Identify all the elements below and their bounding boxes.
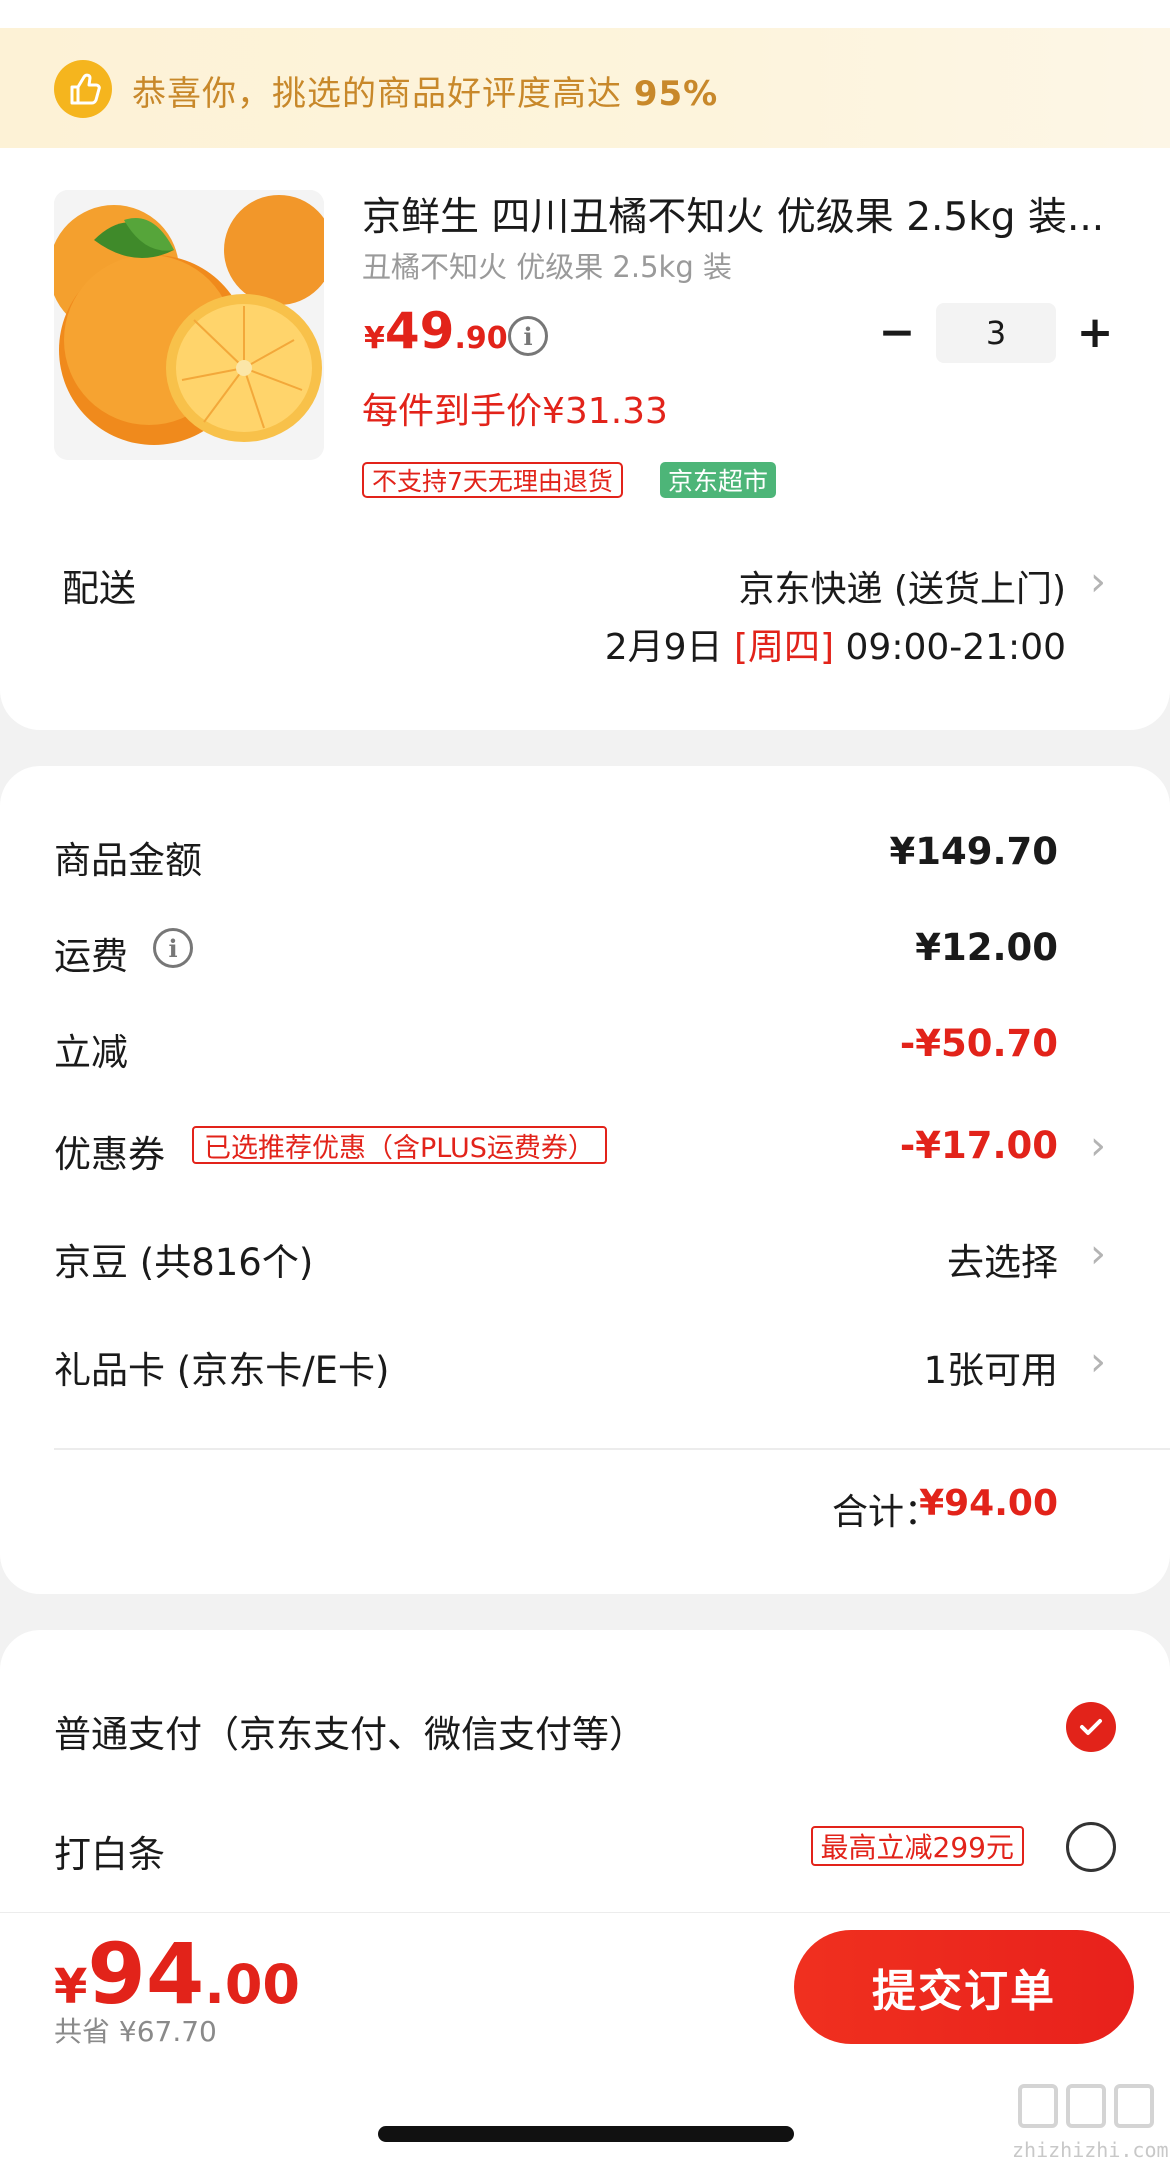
jd-supermarket-tag: 京东超市	[660, 462, 777, 498]
baitiao-radio[interactable]	[1066, 1822, 1116, 1872]
delivery-date: 2月9日	[604, 627, 723, 668]
savings-text: 共省 ¥67.70	[54, 2015, 217, 2048]
instant-discount-label: 立减	[54, 1031, 128, 1074]
jingdou-value[interactable]: 去选择	[947, 1232, 1058, 1286]
delivery-hours: 09:00-21:00	[845, 627, 1066, 668]
baitiao-label[interactable]: 打白条	[54, 1824, 165, 1878]
quantity-decrease-button[interactable]: −	[872, 307, 922, 358]
price-integer: 49	[384, 302, 455, 360]
goods-amount-label: 商品金额	[54, 839, 202, 882]
product-image[interactable]	[54, 190, 324, 460]
baitiao-discount-tag: 最高立减299元	[810, 1826, 1024, 1866]
giftcard-value[interactable]: 1张可用	[923, 1340, 1058, 1394]
product-spec: 丑橘不知火 优级果 2.5kg 装	[362, 250, 732, 284]
bottom-price-symbol: ¥	[54, 1959, 88, 2015]
goods-amount-value: ¥149.70	[889, 830, 1058, 873]
bottom-price-integer: 94	[87, 1925, 205, 2023]
normal-payment-radio[interactable]	[1066, 1702, 1116, 1752]
coupon-chevron-icon[interactable]: ›	[1090, 1126, 1120, 1166]
submit-order-button[interactable]: 提交订单	[794, 1930, 1134, 2044]
watermark-text: zhizhizhi.com	[1012, 2138, 1169, 2162]
giftcard-label: 礼品卡 (京东卡/E卡)	[54, 1349, 390, 1392]
delivery-label: 配送	[62, 567, 136, 610]
freight-label: 运费	[54, 935, 128, 978]
praise-message: 恭喜你，挑选的商品好评度高达	[132, 74, 622, 114]
home-indicator[interactable]	[378, 2126, 794, 2142]
orange-fruit-image	[54, 190, 324, 460]
coupon-selected-tag[interactable]: 已选推荐优惠（含PLUS运费券）	[192, 1126, 607, 1164]
quantity-increase-button[interactable]: +	[1070, 307, 1120, 358]
jingdou-label: 京豆 (共816个)	[54, 1241, 314, 1284]
coupon-value[interactable]: -¥17.00	[900, 1124, 1058, 1167]
product-title[interactable]: 京鲜生 四川丑橘不知火 优级果 2.5kg 装...	[362, 186, 1122, 242]
instant-discount-value: -¥50.70	[899, 1022, 1058, 1065]
summary-card	[0, 766, 1170, 1594]
check-icon	[1080, 1719, 1102, 1735]
no-return-tag: 不支持7天无理由退货	[362, 462, 623, 498]
thumbs-up-icon	[54, 60, 112, 118]
bottom-total-price: ¥94.00	[54, 1932, 300, 2016]
unit-price: 每件到手价¥31.33	[362, 391, 668, 432]
delivery-method[interactable]: 京东快递 (送货上门)	[738, 560, 1066, 612]
praise-rate: 95%	[633, 74, 719, 114]
product-price: ¥49.90	[364, 302, 508, 360]
freight-info-icon[interactable]: i	[153, 928, 193, 968]
bottom-price-decimal: .00	[204, 1953, 300, 2016]
quantity-input[interactable]: 3	[936, 303, 1056, 363]
price-info-icon[interactable]: i	[508, 316, 548, 356]
praise-text: 恭喜你，挑选的商品好评度高达 95%	[132, 66, 718, 115]
total-value: ¥94.00	[919, 1483, 1058, 1524]
coupon-label: 优惠券	[54, 1133, 165, 1176]
jingdou-chevron-icon[interactable]: ›	[1090, 1234, 1120, 1274]
giftcard-chevron-icon[interactable]: ›	[1090, 1342, 1120, 1382]
delivery-time[interactable]: 2月9日 [周四] 09:00-21:00	[605, 618, 1066, 670]
chevron-right-icon[interactable]: ›	[1090, 562, 1120, 602]
normal-payment-label[interactable]: 普通支付（京东支付、微信支付等）	[54, 1704, 646, 1758]
price-symbol: ¥	[364, 321, 385, 356]
summary-divider	[54, 1448, 1170, 1450]
delivery-weekday: [周四]	[733, 627, 835, 668]
freight-value: ¥12.00	[915, 926, 1058, 969]
price-decimal: .90	[454, 321, 508, 356]
